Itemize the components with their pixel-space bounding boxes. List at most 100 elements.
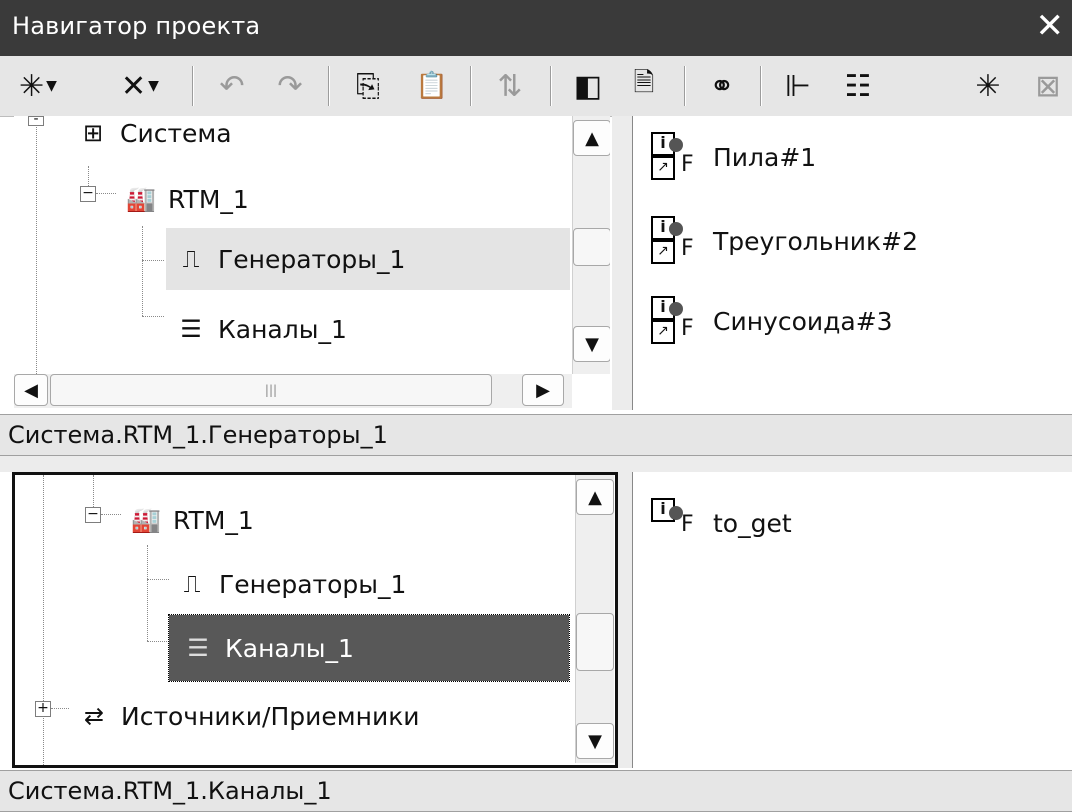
tree-node-generators[interactable]: ⎍ Генераторы_1 — [175, 553, 407, 615]
copy-button[interactable]: ⎘ — [346, 64, 390, 108]
scroll-thumb[interactable] — [576, 613, 614, 671]
find-button[interactable]: ⚭ — [700, 64, 744, 108]
tree-line — [96, 193, 116, 194]
properties-icon: 🗎 — [633, 68, 655, 98]
pulse-icon: ⎍ — [183, 570, 201, 598]
horizontal-splitter[interactable] — [0, 456, 1072, 472]
pulse-icon: ⎍ — [182, 245, 200, 273]
new-window-button[interactable]: ✳ — [966, 64, 1010, 108]
paste-button[interactable]: 📋 — [410, 64, 454, 108]
tree-node-rtm[interactable]: 🏭 RTM_1 — [124, 168, 249, 230]
scroll-up-button[interactable]: ▲ — [576, 479, 614, 515]
chevron-down-icon: ▼ — [588, 730, 602, 752]
new-item-button[interactable]: ✳ ▼ — [6, 64, 70, 108]
properties-button[interactable]: 🗎 — [622, 64, 666, 108]
tree-node-channels[interactable]: ☰ Каналы_1 — [174, 298, 347, 360]
toolbar-separator — [760, 66, 762, 106]
function-icon: iF — [645, 494, 705, 552]
vertical-splitter[interactable] — [618, 472, 632, 768]
channels-icon: ☰ — [180, 315, 202, 343]
view-icon: ◧ — [573, 68, 603, 104]
tree-line — [51, 708, 69, 709]
tree-line — [43, 475, 44, 765]
delete-button[interactable]: ✕ ▼ — [100, 64, 180, 108]
bottom-tree-pane: − 🏭 RTM_1 ⎍ Генераторы_1 ☰ Каналы_1 + ⇄ … — [12, 472, 618, 768]
close-panel-icon: ⊠ — [1035, 68, 1061, 104]
tree-node-rtm[interactable]: 🏭 RTM_1 — [129, 489, 254, 551]
redo-icon: ↷ — [277, 68, 303, 104]
tree-line — [147, 579, 169, 580]
rtm-icon: 🏭 — [126, 185, 156, 213]
bottom-function-list: iF to_get — [632, 472, 1072, 768]
chevron-up-icon: ▲ — [588, 486, 602, 508]
tree-line — [142, 260, 164, 261]
collapse-toggle[interactable]: − — [85, 507, 101, 523]
view-button[interactable]: ◧ — [566, 64, 610, 108]
status-path: Система.RTM_1.Генераторы_1 — [8, 421, 388, 449]
tree-node-label: Генераторы_1 — [218, 244, 406, 274]
title-bar: Навигатор проекта ✕ — [0, 0, 1072, 56]
collapse-toggle[interactable]: − — [80, 186, 96, 202]
tree-node-channels[interactable]: ☰ Каналы_1 — [168, 614, 570, 682]
vertical-scrollbar[interactable]: ▲ ▼ — [572, 116, 610, 374]
chevron-up-icon: ▲ — [585, 127, 599, 149]
list-item[interactable]: i ↗ F Пила#1 — [645, 128, 816, 186]
top-tree-pane: - ⊞ Система − 🏭 RTM_1 ⎍ Генераторы_1 ☰ К… — [14, 116, 610, 410]
scroll-down-button[interactable]: ▼ — [576, 723, 614, 759]
tree-line — [142, 226, 143, 316]
list-view-icon: ☷ — [844, 68, 872, 104]
chevron-left-icon: ◀ — [24, 379, 38, 401]
list-item[interactable]: i ↗ F Треугольник#2 — [645, 212, 918, 270]
close-icon[interactable]: ✕ — [1036, 6, 1065, 46]
chevron-down-icon[interactable]: ▼ — [46, 78, 57, 94]
tree-node-sources[interactable]: ⇄ Источники/Приемники — [77, 685, 420, 747]
list-view-button[interactable]: ☷ — [836, 64, 880, 108]
chevron-right-icon: ▶ — [536, 379, 550, 401]
tree-node-label: Система — [120, 118, 232, 148]
undo-button[interactable]: ↶ — [210, 64, 254, 108]
vertical-scrollbar[interactable]: ▲ ▼ — [575, 475, 614, 763]
tree-line — [101, 514, 121, 515]
collapse-toggle[interactable]: - — [28, 116, 44, 126]
redo-button[interactable]: ↷ — [268, 64, 312, 108]
tree-view-button[interactable]: ⊩ — [776, 64, 820, 108]
status-path: Система.RTM_1.Каналы_1 — [8, 777, 332, 805]
top-function-list: i ↗ F Пила#1 i ↗ F Треугольник#2 i ↗ F Синусои… — [632, 116, 1072, 410]
window-title: Навигатор проекта — [12, 12, 261, 40]
toolbar-separator — [328, 66, 330, 106]
status-bar-top: Система.RTM_1.Генераторы_1 — [0, 414, 1072, 456]
new-item-icon: ✳ — [19, 68, 45, 104]
tree-node-system[interactable]: ⊞ Система — [76, 116, 232, 164]
tree-line — [142, 316, 164, 317]
list-item-label: Треугольник#2 — [713, 226, 919, 256]
tree-line — [147, 641, 169, 642]
scroll-up-button[interactable]: ▲ — [573, 120, 610, 156]
tree-node-label: RTM_1 — [173, 505, 254, 535]
tree-node-label: Каналы_1 — [225, 633, 354, 663]
tree-node-label: Генераторы_1 — [219, 569, 407, 599]
channels-icon: ☰ — [187, 634, 209, 662]
list-item[interactable]: i ↗ F Синусоида#3 — [645, 292, 893, 350]
list-item[interactable]: iF to_get — [645, 494, 792, 552]
scroll-left-button[interactable]: ◀ — [14, 374, 48, 406]
toolbar-separator — [550, 66, 552, 106]
network-icon: ⊞ — [82, 119, 104, 147]
status-bar-bottom: Система.RTM_1.Каналы_1 — [0, 770, 1072, 812]
tree-line — [147, 545, 148, 641]
function-icon: i ↗ F — [645, 292, 705, 350]
move-button[interactable]: ⇅ — [488, 64, 532, 108]
toolbar-separator — [192, 66, 194, 106]
toolbar-separator — [470, 66, 472, 106]
tree-node-label: Каналы_1 — [218, 314, 347, 344]
scroll-thumb[interactable] — [573, 228, 610, 266]
horizontal-scrollbar[interactable]: ◀ ||| ▶ — [14, 374, 572, 408]
scroll-thumb[interactable]: ||| — [50, 374, 492, 406]
vertical-splitter[interactable] — [612, 116, 632, 410]
close-panel-button[interactable]: ⊠ — [1026, 64, 1070, 108]
scroll-down-button[interactable]: ▼ — [573, 326, 610, 362]
scroll-right-button[interactable]: ▶ — [522, 374, 564, 406]
paste-icon: 📋 — [415, 71, 449, 101]
chevron-down-icon[interactable]: ▼ — [148, 78, 159, 94]
tree-node-generators[interactable]: ⎍ Генераторы_1 — [166, 228, 570, 290]
expand-toggle[interactable]: + — [35, 701, 51, 717]
